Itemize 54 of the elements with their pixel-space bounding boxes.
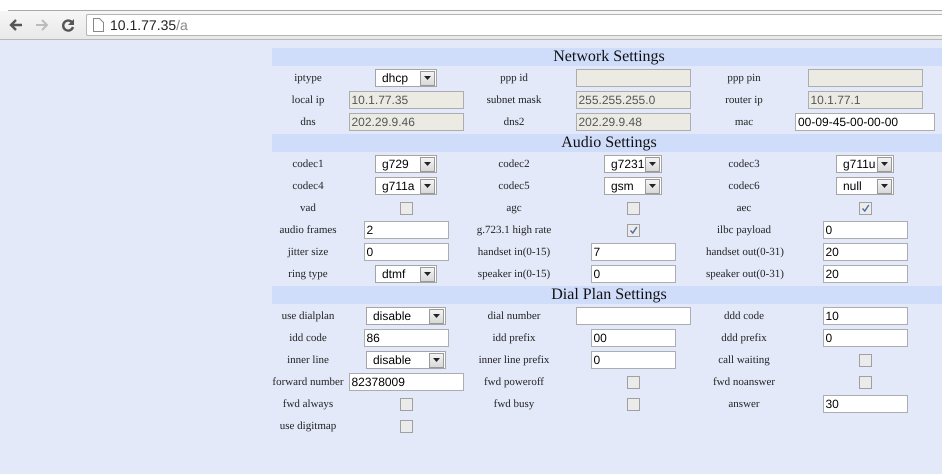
caret-icon (433, 358, 440, 362)
caret-icon (649, 162, 656, 166)
caret-icon (881, 162, 888, 166)
text-field[interactable]: 0 (590, 351, 676, 369)
text-field[interactable]: 30 (822, 395, 908, 413)
caret-icon (424, 184, 431, 188)
text-field[interactable]: 7 (590, 243, 676, 261)
dropdown[interactable]: g7231 (604, 155, 662, 173)
dropdown[interactable]: g711u (836, 155, 894, 173)
caret-icon (649, 184, 656, 188)
caret-icon (424, 162, 431, 166)
text-field[interactable]: 86 (364, 329, 448, 347)
checkbox[interactable] (626, 398, 640, 411)
dropdown[interactable]: dhcp (375, 69, 437, 87)
checkbox[interactable] (858, 376, 872, 389)
checkbox[interactable] (400, 398, 412, 411)
reload-button[interactable] (60, 17, 76, 33)
dropdown[interactable]: disable (366, 307, 446, 325)
checkbox[interactable] (626, 224, 640, 237)
caret-icon (424, 76, 431, 80)
section-header: Dial Plan Settings (272, 286, 942, 304)
text-field[interactable]: 20 (822, 243, 908, 261)
checkbox[interactable] (400, 202, 412, 215)
dropdown[interactable]: gsm (604, 177, 662, 195)
dropdown[interactable]: g729 (375, 155, 437, 173)
checkbox[interactable] (626, 376, 640, 389)
dropdown[interactable]: g711a (375, 177, 437, 195)
text-field[interactable]: 2 (364, 221, 448, 239)
text-field[interactable]: 82378009 (348, 373, 464, 391)
caret-icon (424, 272, 431, 276)
dropdown[interactable]: dtmf (375, 265, 437, 283)
address-bar[interactable]: 10.1.77.35/a (86, 14, 942, 36)
text-field[interactable]: 10 (822, 307, 908, 325)
back-button[interactable] (8, 17, 24, 33)
checkbox[interactable] (858, 202, 872, 215)
section-header: Audio Settings (272, 134, 942, 152)
page-icon (93, 18, 104, 32)
checkbox[interactable] (858, 354, 872, 367)
url-text: 10.1.77.35/a (110, 17, 188, 33)
text-field[interactable]: 20 (822, 265, 908, 283)
text-field[interactable]: 0 (822, 221, 908, 239)
caret-icon (433, 314, 440, 318)
text-field[interactable]: 0 (822, 329, 908, 347)
text-field[interactable]: 0 (364, 243, 448, 261)
section-header: Network Settings (272, 48, 942, 66)
text-field[interactable]: 00 (590, 329, 676, 347)
dropdown[interactable]: null (836, 177, 894, 195)
checkbox[interactable] (400, 420, 412, 433)
dropdown[interactable]: disable (366, 351, 446, 369)
text-field[interactable]: 00-09-45-00-00-00 (795, 113, 935, 131)
checkbox[interactable] (626, 202, 640, 215)
caret-icon (881, 184, 888, 188)
text-field[interactable] (576, 307, 690, 325)
text-field[interactable]: 0 (590, 265, 676, 283)
